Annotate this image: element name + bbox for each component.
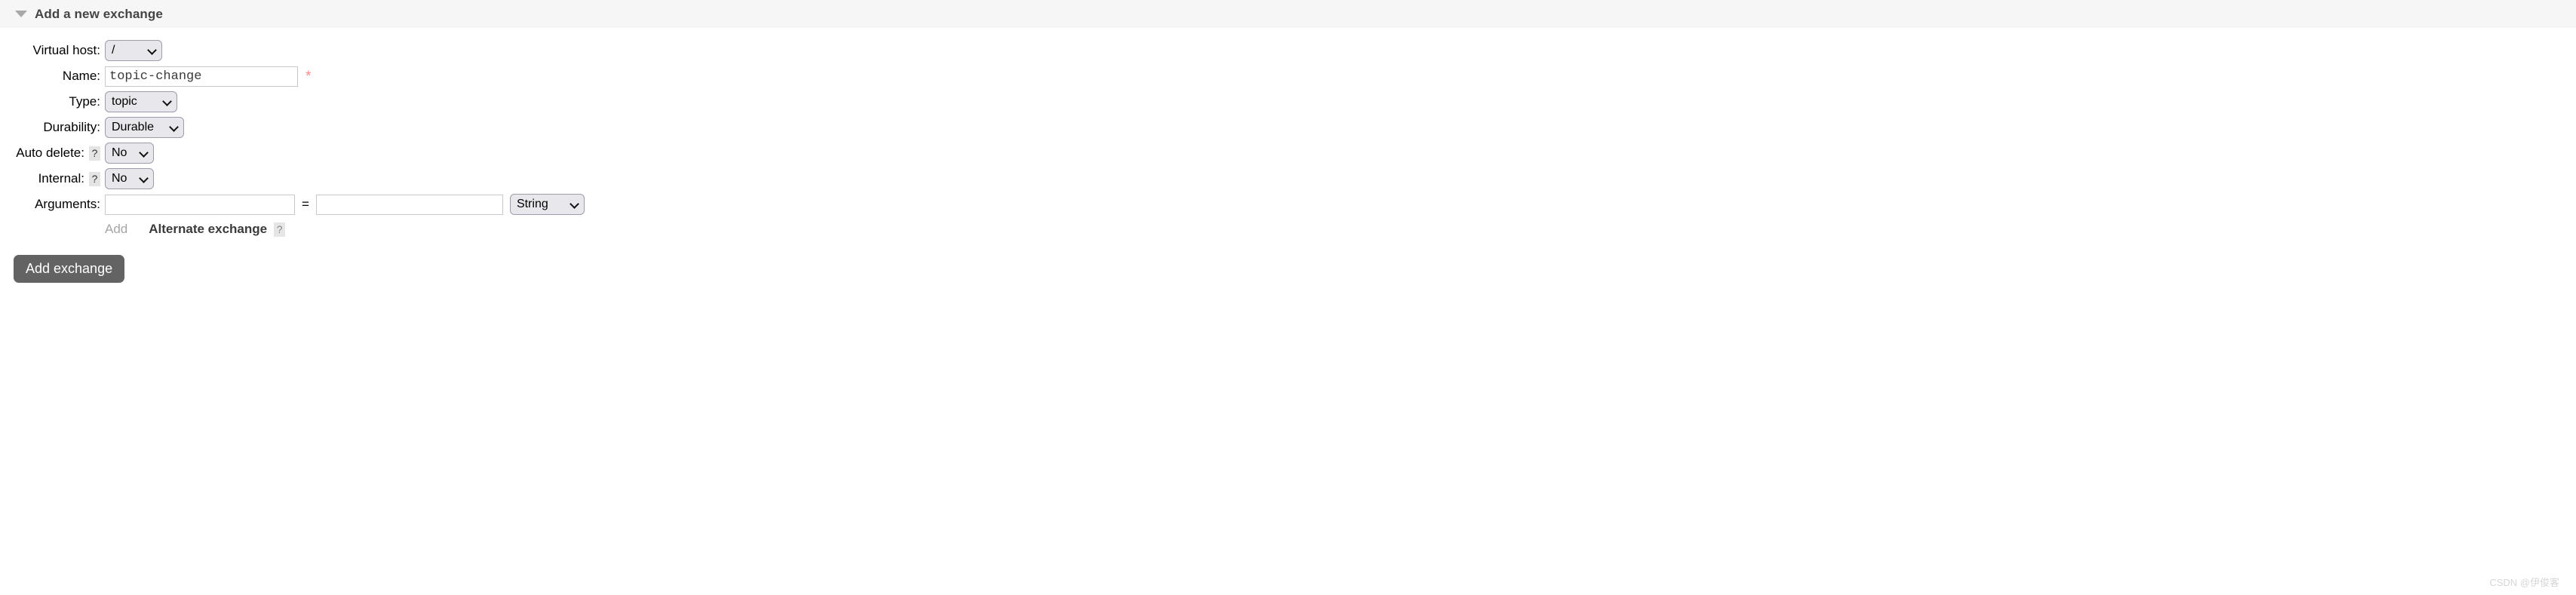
form-row-internal: Internal: ? No	[0, 166, 2576, 192]
arguments-label-cell: Arguments:	[0, 197, 105, 212]
form-row-auto-delete: Auto delete: ? No	[0, 140, 2576, 166]
form-row-virtual-host: Virtual host: /	[0, 38, 2576, 63]
add-exchange-button[interactable]: Add exchange	[14, 255, 125, 283]
type-select[interactable]: topic	[105, 91, 177, 112]
virtual-host-select[interactable]: /	[105, 40, 162, 61]
auto-delete-select[interactable]: No	[105, 143, 154, 164]
name-input[interactable]	[105, 66, 298, 87]
required-marker: *	[305, 68, 312, 84]
add-exchange-form: Virtual host: / Name: * Type: topic	[0, 28, 2576, 241]
virtual-host-select-wrap: /	[105, 40, 162, 61]
internal-label-cell: Internal: ?	[0, 171, 105, 186]
name-label: Name:	[62, 69, 100, 83]
durability-label: Durability:	[43, 120, 100, 134]
form-row-type: Type: topic	[0, 89, 2576, 115]
help-icon[interactable]: ?	[274, 222, 286, 237]
equals-sign: =	[302, 197, 309, 211]
help-icon[interactable]: ?	[89, 171, 100, 186]
type-select-wrap: topic	[105, 91, 177, 112]
submit-area: Add exchange	[0, 241, 2576, 283]
internal-select[interactable]: No	[105, 168, 154, 189]
internal-select-wrap: No	[105, 168, 154, 189]
durability-label-cell: Durability:	[0, 120, 105, 135]
durability-select[interactable]: Durable	[105, 117, 184, 138]
type-label: Type:	[69, 94, 100, 109]
watermark: CSDN @伊俊客	[2489, 577, 2559, 588]
form-row-arguments: Arguments: = String	[0, 192, 2576, 217]
name-label-cell: Name:	[0, 69, 105, 84]
auto-delete-label-cell: Auto delete: ?	[0, 146, 105, 161]
page-title: Add a new exchange	[35, 6, 163, 21]
auto-delete-label: Auto delete:	[16, 146, 84, 160]
alternate-exchange-preset[interactable]: Alternate exchange	[149, 222, 267, 237]
argument-type-select[interactable]: String	[509, 194, 585, 215]
argument-value-input[interactable]	[315, 194, 503, 215]
form-row-name: Name: *	[0, 63, 2576, 89]
add-argument-link[interactable]: Add	[105, 222, 127, 237]
triangle-down-icon[interactable]	[15, 11, 27, 17]
durability-select-wrap: Durable	[105, 117, 184, 138]
argument-key-input[interactable]	[105, 194, 295, 215]
virtual-host-label-cell: Virtual host:	[0, 43, 105, 58]
arguments-label: Arguments:	[35, 197, 100, 211]
auto-delete-select-wrap: No	[105, 143, 154, 164]
argument-type-select-wrap: String	[509, 194, 585, 215]
internal-label: Internal:	[38, 171, 84, 186]
section-header[interactable]: Add a new exchange	[0, 0, 2576, 28]
help-icon[interactable]: ?	[89, 146, 100, 161]
virtual-host-label: Virtual host:	[32, 43, 100, 57]
argument-presets-row: Add Alternate exchange ?	[0, 217, 2576, 241]
type-label-cell: Type:	[0, 94, 105, 109]
form-row-durability: Durability: Durable	[0, 115, 2576, 140]
